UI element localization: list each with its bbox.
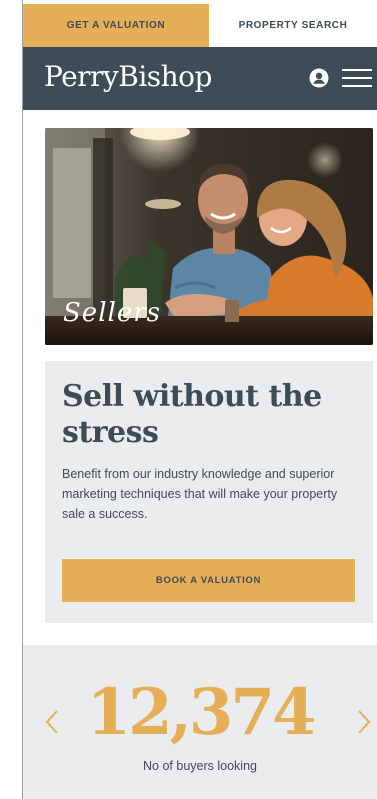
page: GET A VALUATION PROPERTY SEARCH PerryBis… xyxy=(0,0,377,799)
brand-logo[interactable]: PerryBishop xyxy=(44,60,212,93)
buyers-stat-panel: 12,374 No of buyers looking xyxy=(23,645,377,799)
top-tab-bar: GET A VALUATION PROPERTY SEARCH xyxy=(23,4,377,47)
card-description: Benefit from our industry knowledge and … xyxy=(62,467,338,521)
card-heading: Sell without the stress xyxy=(62,379,322,450)
hero-caption: Sellers xyxy=(63,298,161,328)
buyers-count: 12,374 xyxy=(86,675,317,750)
buyers-count-label: No of buyers looking xyxy=(143,759,257,773)
site-header: PerryBishop xyxy=(23,47,377,110)
book-valuation-button[interactable]: BOOK A VALUATION xyxy=(62,559,355,602)
get-valuation-tab[interactable]: GET A VALUATION xyxy=(23,4,209,47)
sell-promo-card: Sell without the stress Benefit from our… xyxy=(45,361,373,623)
property-search-tab[interactable]: PROPERTY SEARCH xyxy=(209,4,377,47)
hamburger-menu-icon[interactable] xyxy=(342,69,372,89)
user-icon[interactable] xyxy=(309,68,329,88)
chevron-right-icon[interactable] xyxy=(357,709,371,735)
sellers-hero-image: Sellers xyxy=(45,128,373,345)
